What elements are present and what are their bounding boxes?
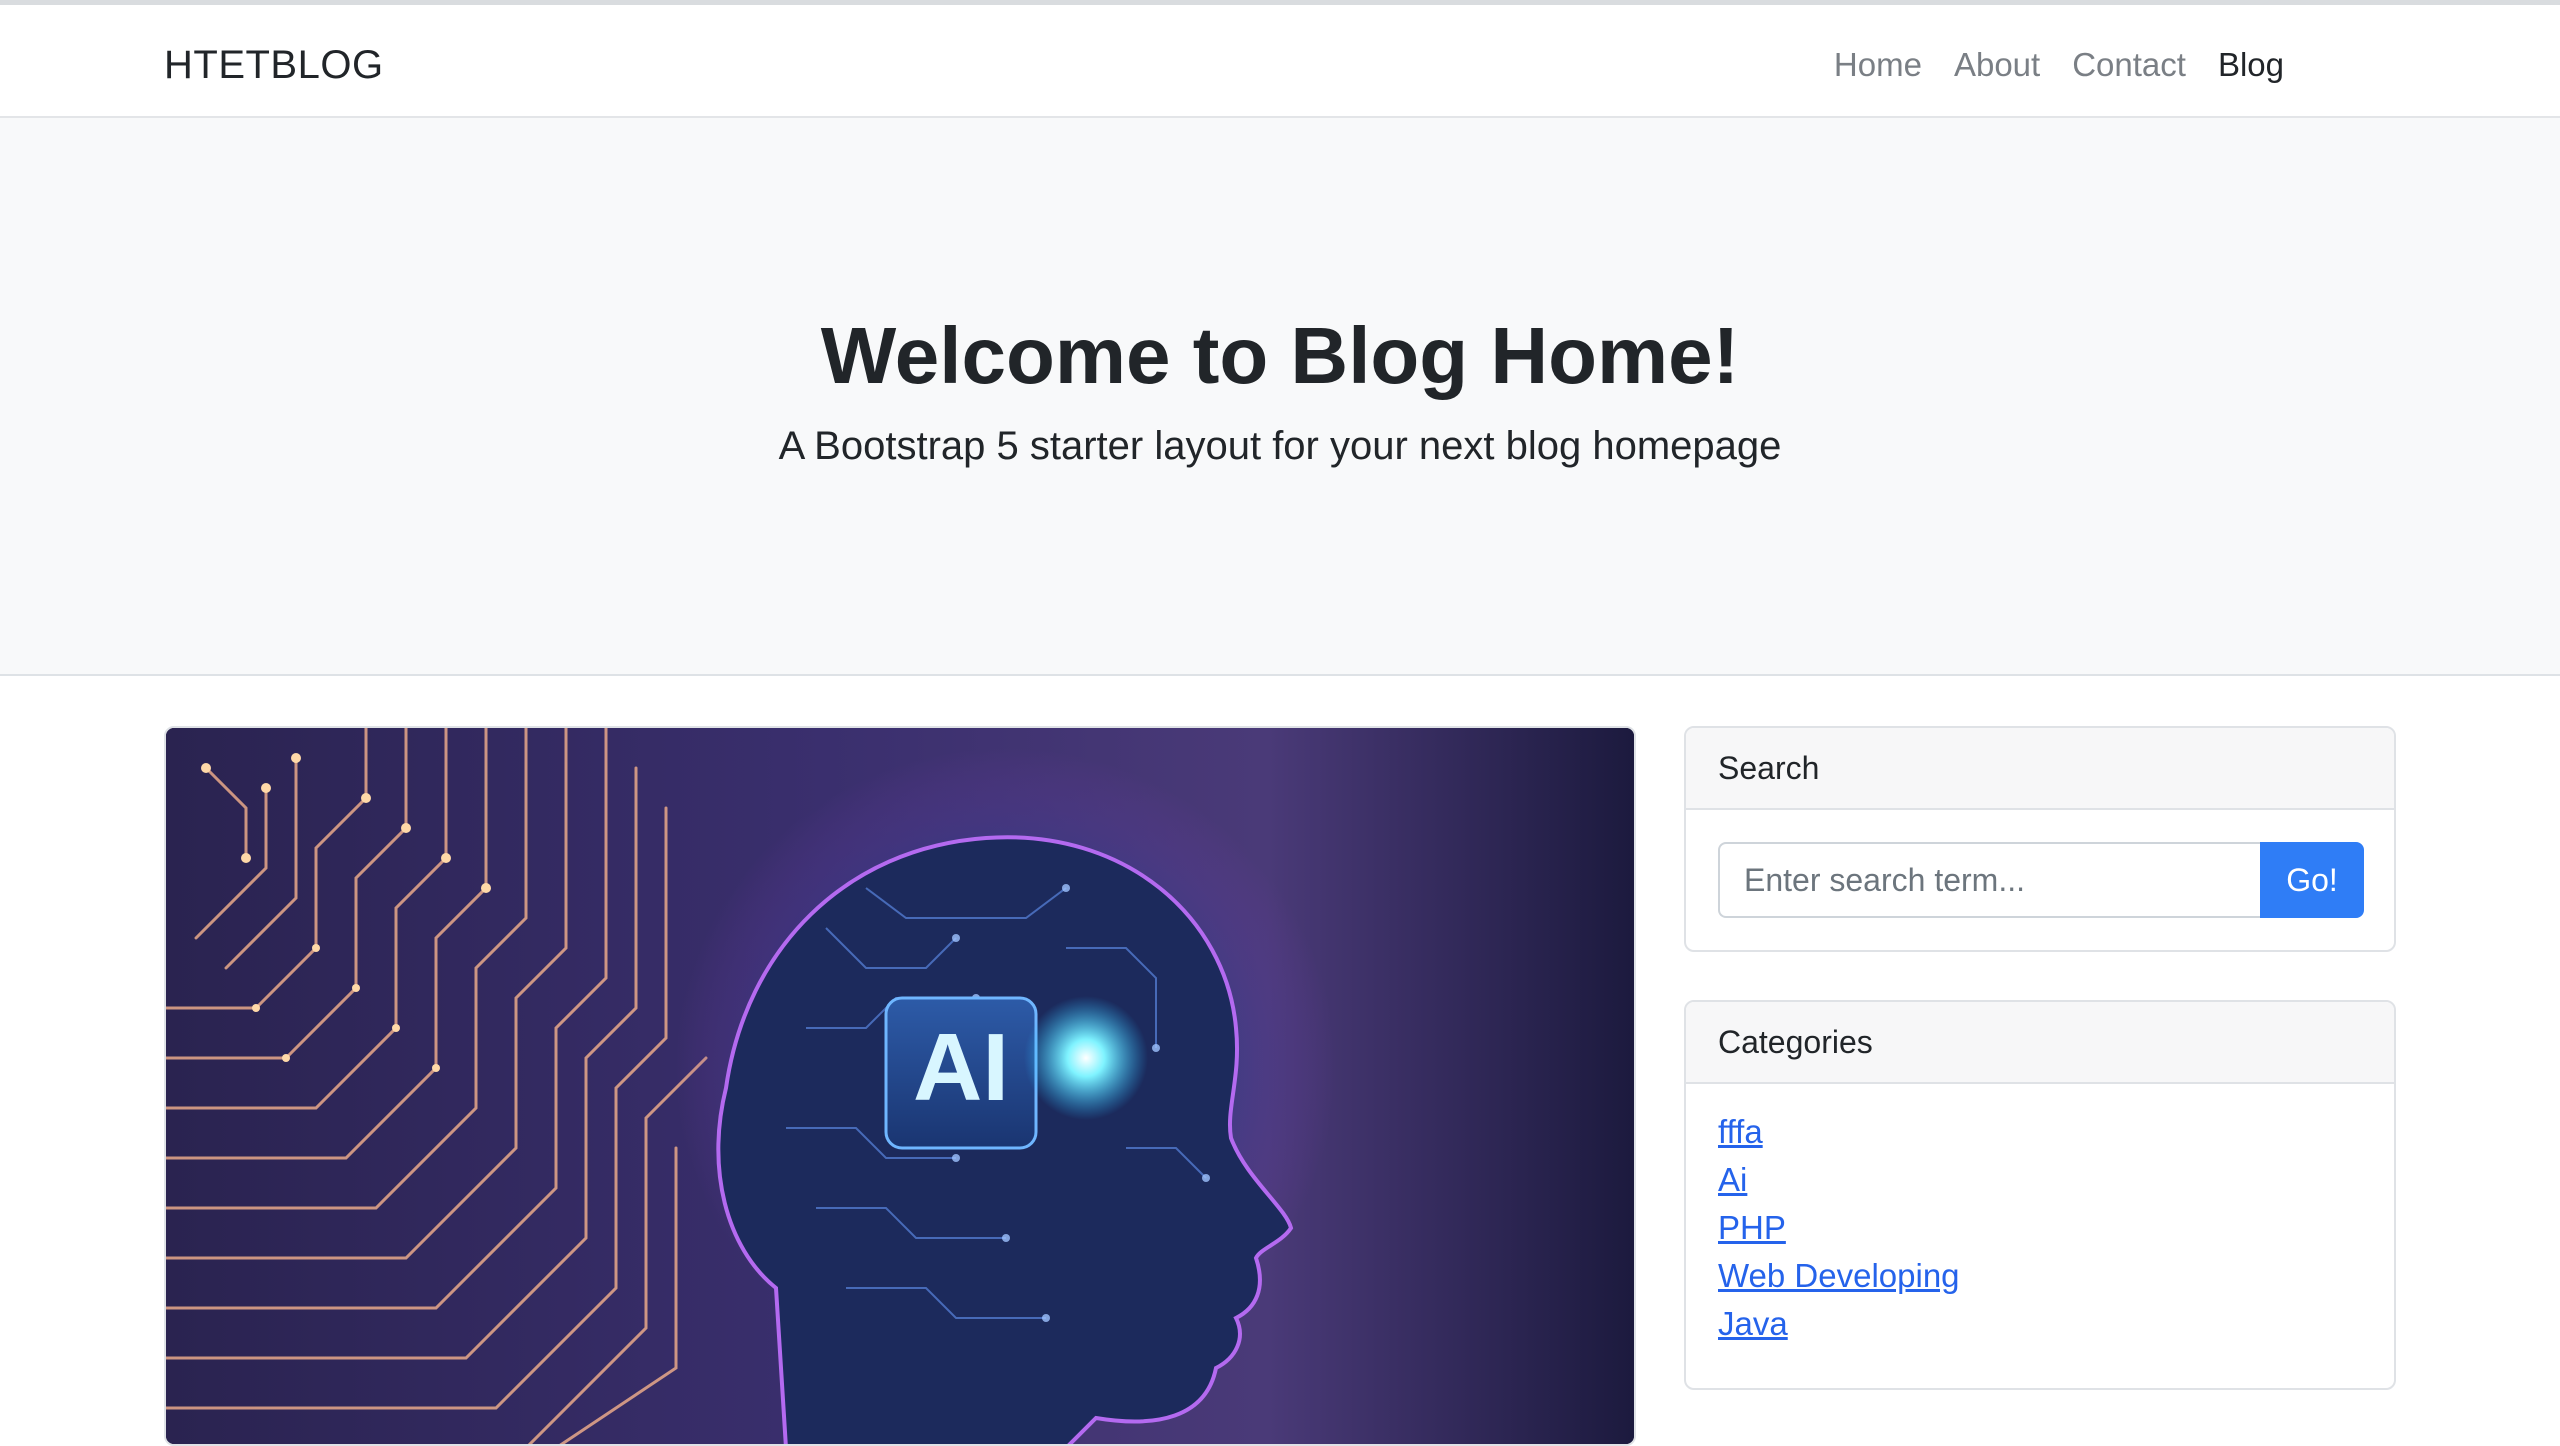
category-link-web-developing[interactable]: Web Developing	[1718, 1257, 1960, 1294]
category-item: fffa	[1718, 1108, 2362, 1156]
category-item: Web Developing	[1718, 1252, 2362, 1300]
category-link-java[interactable]: Java	[1718, 1305, 1788, 1342]
nav-link-home[interactable]: Home	[1834, 43, 1922, 87]
category-link-ai[interactable]: Ai	[1718, 1161, 1747, 1198]
categories-widget: Categories fffa Ai PHP Web Developing Ja…	[1684, 1000, 2396, 1390]
category-item: Ai	[1718, 1156, 2362, 1204]
category-item: PHP	[1718, 1204, 2362, 1252]
categories-list: fffa Ai PHP Web Developing Java	[1686, 1084, 2394, 1348]
ai-chip-label: AI	[913, 1014, 1009, 1121]
hero-title: Welcome to Blog Home!	[820, 311, 1740, 400]
search-widget-body: Go!	[1686, 810, 2394, 950]
nav-links: Home About Contact Blog	[1834, 43, 2284, 87]
brand-logo[interactable]: HTETBLOG	[164, 41, 384, 89]
nav-link-contact[interactable]: Contact	[2072, 43, 2186, 87]
search-widget: Search Go!	[1684, 726, 2396, 952]
nav-link-about[interactable]: About	[1954, 43, 2040, 87]
nav-link-blog[interactable]: Blog	[2218, 43, 2284, 87]
search-widget-header: Search	[1686, 728, 2394, 810]
category-item: Java	[1718, 1300, 2362, 1348]
ai-head-illustration: AI	[166, 728, 1634, 1444]
featured-post-image[interactable]: AI	[164, 726, 1636, 1446]
category-link-php[interactable]: PHP	[1718, 1209, 1786, 1246]
search-go-button[interactable]: Go!	[2260, 842, 2364, 918]
navbar: HTETBLOG Home About Contact Blog	[0, 5, 2560, 118]
search-input[interactable]	[1718, 842, 2260, 918]
categories-widget-header: Categories	[1686, 1002, 2394, 1084]
hero-subtitle: A Bootstrap 5 starter layout for your ne…	[778, 424, 1782, 468]
category-link-fffa[interactable]: fffa	[1718, 1113, 1763, 1150]
hero-section: Welcome to Blog Home! A Bootstrap 5 star…	[0, 118, 2560, 676]
